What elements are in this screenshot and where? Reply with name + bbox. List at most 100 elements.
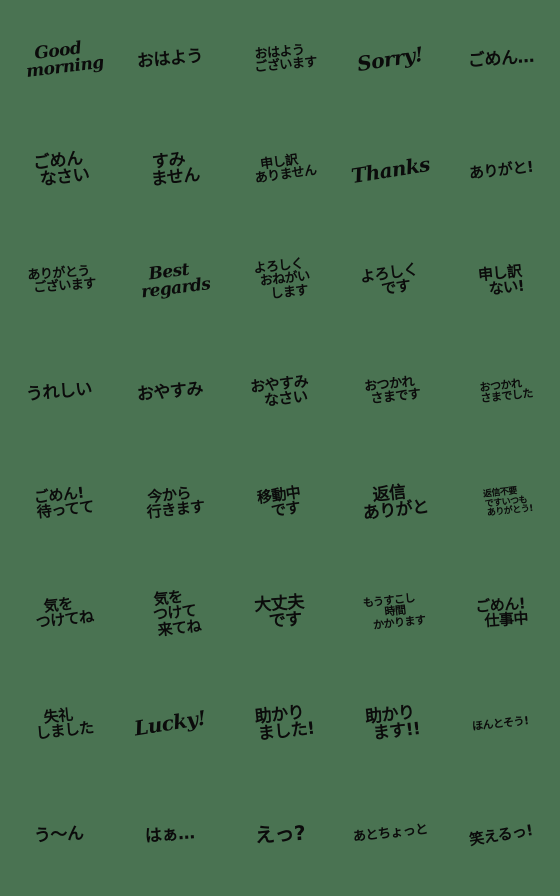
sticker-art: うれしい: [25, 378, 93, 405]
sticker-art: ごめん なさい: [28, 149, 91, 191]
sticker-line: 来てね: [156, 616, 202, 639]
sticker-cell[interactable]: はぁ…: [114, 779, 224, 890]
sticker-line: Thanks: [349, 151, 432, 188]
sticker-art: ほんとそう!: [471, 713, 530, 733]
sticker-line: おはよう: [135, 46, 204, 73]
sticker-cell[interactable]: ごめん! 仕事中: [446, 558, 556, 669]
sticker-art: ごめん! 仕事中: [473, 595, 529, 631]
sticker-art: 大丈夫 です: [254, 593, 306, 633]
sticker-cell[interactable]: Best regards: [114, 226, 224, 337]
sticker-line: ほんとそう!: [471, 713, 530, 733]
sticker-art: 笑えるっ!: [467, 820, 534, 849]
sticker-art: 気を つけてね: [24, 595, 95, 633]
sticker-line: ません: [150, 165, 201, 191]
sticker-cell[interactable]: 気を つけてね: [4, 558, 114, 669]
sticker-cell[interactable]: おつかれ さまです: [335, 336, 445, 447]
sticker-cell[interactable]: 返信不要 ですいつも ありがとう!: [446, 447, 556, 558]
sticker-cell[interactable]: おつかれ さまでした: [446, 336, 556, 447]
sticker-cell[interactable]: ごめん! 待ってて: [4, 447, 114, 558]
sticker-art: もうすこし 時間 かかります: [355, 592, 427, 633]
sticker-line: ございます: [253, 54, 318, 76]
sticker-cell[interactable]: Good morning: [4, 4, 114, 115]
sticker-art: おやすみ なさい: [249, 372, 311, 410]
sticker-art: Good morning: [14, 38, 105, 82]
sticker-art: 気を つけて 来てね: [138, 587, 202, 639]
sticker-art: よろしく おねがい します: [248, 257, 312, 303]
sticker-cell[interactable]: すみ ません: [114, 115, 224, 226]
sticker-cell[interactable]: 移動中 です: [225, 447, 335, 558]
sticker-cell[interactable]: 申し訳 ありません: [225, 115, 335, 226]
sticker-cell[interactable]: 笑えるっ!: [446, 779, 556, 890]
sticker-cell[interactable]: 失礼 しました: [4, 669, 114, 780]
sticker-art: おはよう ございます: [243, 42, 318, 76]
sticker-line: えっ?: [254, 820, 306, 848]
sticker-art: 助かり ました!: [245, 703, 315, 745]
sticker-cell[interactable]: よろしく おねがい します: [225, 226, 335, 337]
sticker-cell[interactable]: ありがと!: [446, 115, 556, 226]
sticker-line: ない!: [488, 277, 526, 299]
sticker-line: Sorry!: [355, 41, 425, 76]
sticker-art: Lucky!: [132, 706, 207, 741]
sticker-line: 笑えるっ!: [467, 820, 534, 849]
sticker-cell[interactable]: えっ?: [225, 779, 335, 890]
sticker-cell[interactable]: う〜ん: [4, 779, 114, 890]
sticker-art: Thanks: [349, 151, 432, 188]
sticker-cell[interactable]: 返信 ありがと: [335, 447, 445, 558]
sticker-cell[interactable]: ごめん…: [446, 4, 556, 115]
sticker-art: 失礼 しました: [24, 706, 95, 743]
sticker-cell[interactable]: おはよう ございます: [225, 4, 335, 115]
sticker-cell[interactable]: Thanks: [335, 115, 445, 226]
sticker-line: です: [270, 498, 302, 521]
sticker-cell[interactable]: あとちょっと: [335, 779, 445, 890]
sticker-art: 申し訳 ありません: [242, 152, 318, 187]
sticker-art: 助かり ます!!: [360, 703, 421, 744]
sticker-art: 返信 ありがと: [351, 482, 431, 524]
sticker-art: ありがと!: [467, 157, 534, 183]
sticker-art: 申し訳 ない!: [477, 262, 526, 299]
sticker-art: おつかれ さまです: [359, 374, 422, 408]
sticker-cell[interactable]: ありがとう ございます: [4, 226, 114, 337]
sticker-cell[interactable]: Sorry!: [335, 4, 445, 115]
sticker-line: つけてね: [35, 608, 95, 633]
sticker-line: なさい: [263, 387, 309, 410]
sticker-line: します: [269, 283, 309, 303]
sticker-cell[interactable]: 助かり ます!!: [335, 669, 445, 780]
sticker-cell[interactable]: うれしい: [4, 336, 114, 447]
sticker-art: 移動中 です: [256, 483, 303, 521]
sticker-art: Sorry!: [355, 41, 425, 76]
sticker-line: ございます: [32, 276, 97, 297]
sticker-cell[interactable]: おやすみ: [114, 336, 224, 447]
sticker-cell[interactable]: ごめん なさい: [4, 115, 114, 226]
sticker-line: うれしい: [25, 378, 93, 405]
sticker-art: ごめん! 待ってて: [24, 483, 95, 522]
sticker-line: さまです: [370, 386, 422, 408]
sticker-art: すみ ません: [139, 150, 201, 191]
sticker-line: しました: [35, 718, 95, 743]
sticker-art: おはよう: [135, 46, 204, 73]
sticker-cell[interactable]: よろしく です: [335, 226, 445, 337]
sticker-cell[interactable]: Lucky!: [114, 669, 224, 780]
sticker-art: おやすみ: [135, 378, 204, 405]
sticker-art: あとちょっと: [352, 823, 428, 846]
sticker-art: う〜ん: [34, 823, 84, 846]
sticker-cell[interactable]: 申し訳 ない!: [446, 226, 556, 337]
sticker-cell[interactable]: 助かり ました!: [225, 669, 335, 780]
sticker-cell[interactable]: おはよう: [114, 4, 224, 115]
sticker-cell[interactable]: 今から 行きます: [114, 447, 224, 558]
sticker-line: ありがと!: [467, 157, 534, 183]
sticker-line: です: [268, 610, 303, 633]
sticker-cell[interactable]: ほんとそう!: [446, 669, 556, 780]
sticker-art: はぁ…: [144, 823, 195, 846]
sticker-sheet: Good morning おはよう おはよう ございます Sorry! ごめん… ごめん なさい…: [0, 0, 560, 896]
sticker-cell[interactable]: 大丈夫 です: [225, 558, 335, 669]
sticker-line: かかります: [372, 613, 427, 633]
sticker-cell[interactable]: もうすこし 時間 かかります: [335, 558, 445, 669]
sticker-line: です: [380, 276, 412, 299]
sticker-cell[interactable]: 気を つけて 来てね: [114, 558, 224, 669]
sticker-line: なさい: [39, 165, 91, 191]
sticker-cell[interactable]: おやすみ なさい: [225, 336, 335, 447]
sticker-art: おつかれ さまでした: [469, 377, 534, 406]
sticker-line: おやすみ: [135, 378, 204, 405]
sticker-line: 待ってて: [35, 497, 95, 522]
sticker-line: ありがと: [362, 496, 431, 524]
